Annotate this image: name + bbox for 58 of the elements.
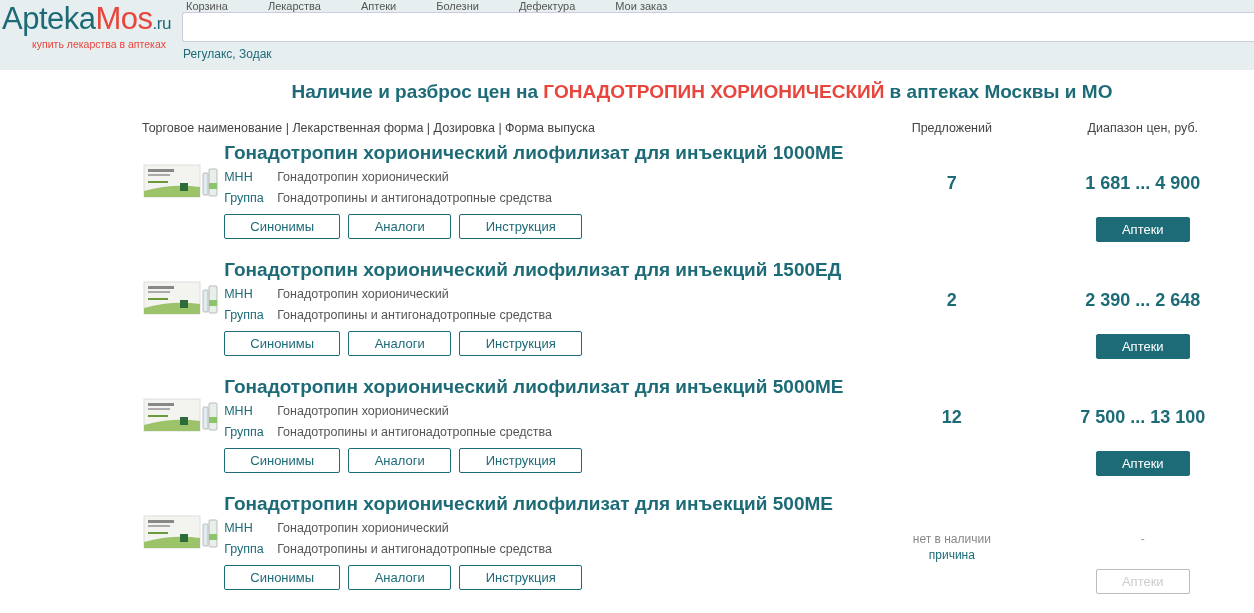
action-button[interactable]: Синонимы [224, 214, 341, 239]
action-button[interactable]: Инструкция [459, 214, 583, 239]
reason-link[interactable]: причина [928, 548, 975, 562]
action-button[interactable]: Инструкция [459, 331, 583, 356]
column-header: Торговое наименование | Лекарственная форма | Дозировка | Форма выпуска [142, 121, 596, 135]
product-title[interactable]: Гонадотропин хорионический лиофилизат для инъекций 500МЕ [224, 493, 873, 515]
page-title: Наличие и разброс цен на ГОНАДОТРОПИН ХОРИОНИЧЕСКИЙ в аптеках Москвы и МО [290, 80, 1114, 104]
field-value: Гонадотропин хорионический [277, 520, 449, 536]
field-label: МНН [224, 403, 254, 419]
field-label: Группа [224, 424, 265, 440]
search-hint[interactable]: Регулакс, Зодак [182, 47, 1254, 61]
nav-link[interactable]: Лекарства [267, 0, 321, 12]
offer-count: 12 [940, 407, 963, 428]
nav-link[interactable]: Корзина [186, 0, 228, 12]
price-range: 2 390 ... 2 648 [1085, 290, 1201, 311]
action-button[interactable]: Синонимы [224, 331, 341, 356]
logo-tagline: купить лекарства в аптеках [31, 38, 167, 50]
pharmacies-button[interactable]: Аптеки [1095, 217, 1190, 242]
action-button[interactable]: Аналоги [348, 331, 452, 356]
action-button[interactable]: Синонимы [224, 448, 341, 473]
field-value: Гонадотропины и антигонадотропные средства [277, 190, 553, 206]
product-title[interactable]: Гонадотропин хорионический лиофилизат для инъекций 1000МЕ [224, 142, 873, 164]
price-range: - [1140, 532, 1145, 546]
field-label: МНН [224, 286, 254, 302]
product-title[interactable]: Гонадотропин хорионический лиофилизат для инъекций 5000МЕ [224, 376, 873, 398]
stock-status: нет в наличии [911, 532, 992, 546]
field-value: Гонадотропины и антигонадотропные средства [277, 424, 553, 440]
product-title[interactable]: Гонадотропин хорионический лиофилизат для инъекций 1500ЕД [224, 259, 873, 281]
price-range: 7 500 ... 13 100 [1080, 407, 1206, 428]
column-header: Диапазон цен, руб. [1086, 121, 1200, 135]
action-button[interactable]: Аналоги [348, 565, 452, 590]
field-value: Гонадотропин хорионический [277, 169, 449, 185]
pharmacies-button[interactable]: Аптеки [1095, 451, 1190, 476]
field-label: МНН [224, 169, 254, 185]
action-button[interactable]: Инструкция [459, 448, 583, 473]
field-value: Гонадотропины и антигонадотропные средства [277, 541, 553, 557]
search-field[interactable] [182, 12, 1254, 42]
offer-count: 2 [945, 290, 958, 311]
field-label: МНН [224, 520, 254, 536]
field-label: Группа [224, 190, 265, 206]
price-range: 1 681 ... 4 900 [1085, 173, 1201, 194]
field-value: Гонадотропины и антигонадотропные средства [277, 307, 553, 323]
column-header: Предложений [910, 121, 993, 135]
field-value: Гонадотропин хорионический [277, 403, 449, 419]
pharmacies-button[interactable]: Аптеки [1095, 334, 1190, 359]
nav-link[interactable]: Аптеки [360, 0, 397, 12]
field-value: Гонадотропин хорионический [277, 286, 449, 302]
nav-link[interactable]: Мои заказ [615, 0, 668, 12]
nav-link[interactable]: Дефектура [518, 0, 576, 12]
action-button[interactable]: Синонимы [224, 565, 341, 590]
field-label: Группа [224, 307, 265, 323]
action-button[interactable]: Инструкция [459, 565, 583, 590]
action-button[interactable]: Аналоги [348, 448, 452, 473]
nav-link[interactable]: Болезни [436, 0, 479, 12]
field-label: Группа [224, 541, 265, 557]
offer-count: 7 [945, 173, 958, 194]
site-logo[interactable]: AptekaMos.ru [2, 2, 170, 41]
action-button[interactable]: Аналоги [348, 214, 452, 239]
